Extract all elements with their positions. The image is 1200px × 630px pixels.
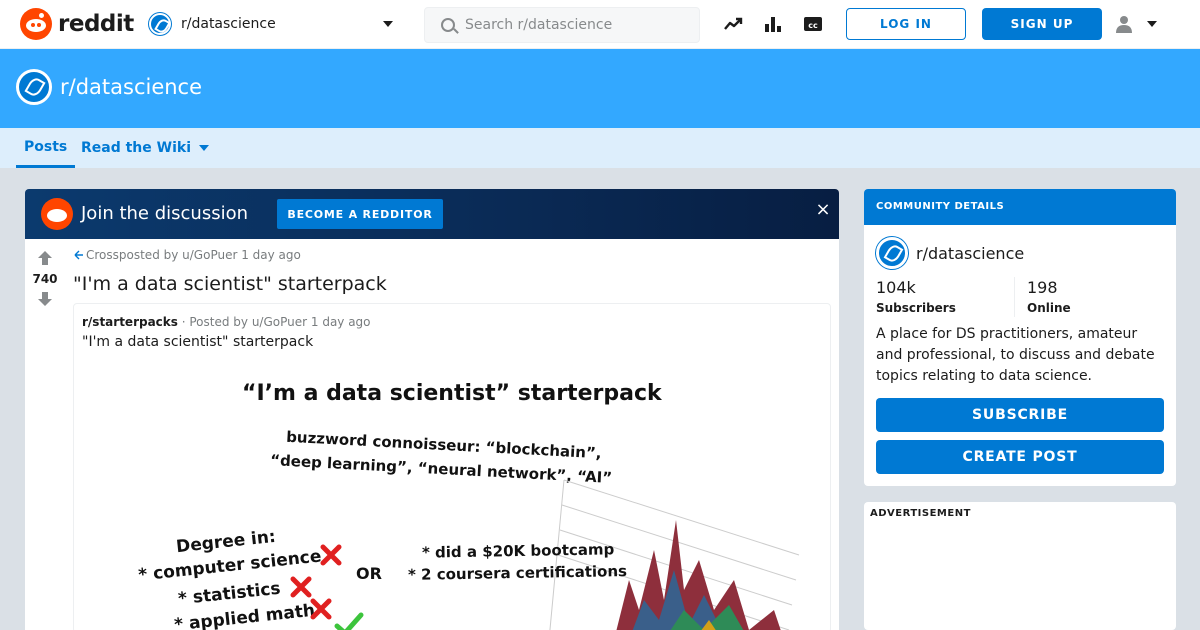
crosspost-meta: Crossposted by u/GoPuer 1 day ago xyxy=(74,248,301,262)
popular-icon[interactable] xyxy=(763,14,783,34)
subreddit-icon xyxy=(876,237,908,269)
vote-column: 740 xyxy=(25,239,65,630)
advertisement-card: ADVERTISEMENT xyxy=(864,502,1176,630)
subreddit-selector-label: r/datascience xyxy=(181,16,276,32)
subscribers-label: Subscribers xyxy=(876,301,956,315)
community-name: r/datascience xyxy=(916,243,1025,263)
inner-post-title: "I'm a data scientist" starterpack xyxy=(82,334,314,350)
upvote-icon[interactable] xyxy=(37,250,53,266)
subreddit-selector[interactable]: r/datascience xyxy=(145,8,405,40)
subreddit-nav: Posts Read the Wiki xyxy=(0,128,1200,168)
reddit-snoo-icon xyxy=(41,198,73,230)
community-details-header: COMMUNITY DETAILS xyxy=(864,189,1176,225)
x-mark-icon xyxy=(310,598,332,620)
tab-label: Read the Wiki xyxy=(81,140,191,156)
inner-subreddit-link[interactable]: r/starterpacks xyxy=(82,315,178,329)
user-icon xyxy=(1116,16,1132,33)
community-description: A place for DS practitioners, amateur an… xyxy=(876,326,1155,384)
chevron-down-icon xyxy=(383,21,393,27)
checkmark-icon xyxy=(334,612,364,630)
subreddit-icon xyxy=(16,69,52,105)
online-count: 198 xyxy=(1027,278,1058,297)
join-text: Join the discussion xyxy=(81,203,249,224)
chevron-down-icon xyxy=(1147,21,1157,27)
post-card: 740 Crossposted by u/GoPuer 1 day ago "I… xyxy=(25,239,839,630)
subscribers-stat: 104k Subscribers xyxy=(876,278,956,315)
crosspost-text: Crossposted by u/GoPuer 1 day ago xyxy=(86,248,301,262)
logo-wordmark: reddit xyxy=(58,11,134,37)
online-label: Online xyxy=(1027,301,1071,315)
cc-icon[interactable]: cc xyxy=(803,14,823,34)
tab-posts[interactable]: Posts xyxy=(16,128,76,168)
search-icon xyxy=(441,18,455,32)
reddit-logo[interactable]: reddit xyxy=(20,8,134,40)
login-button[interactable]: LOG IN xyxy=(846,8,966,40)
user-menu[interactable] xyxy=(1112,12,1162,36)
subscribers-count: 104k xyxy=(876,278,916,297)
become-redditor-button[interactable]: BECOME A REDDITOR xyxy=(277,199,443,229)
svg-text:cc: cc xyxy=(808,21,818,30)
advertisement-label: ADVERTISEMENT xyxy=(870,508,971,519)
online-stat: 198 Online xyxy=(1027,278,1071,315)
post-score: 740 xyxy=(32,272,58,286)
search-input[interactable] xyxy=(465,17,685,33)
post-title[interactable]: "I'm a data scientist" starterpack xyxy=(73,273,387,295)
community-name-row[interactable]: r/datascience xyxy=(876,237,1024,269)
subreddit-banner: r/datascience xyxy=(0,49,1200,128)
search-box[interactable] xyxy=(424,7,700,43)
top-header: reddit r/datascience cc LOG IN SIGN UP xyxy=(0,0,1200,49)
crosspost-icon xyxy=(74,250,83,260)
downvote-icon[interactable] xyxy=(37,291,53,307)
inner-post-meta: r/starterpacks · Posted by u/GoPuer 1 da… xyxy=(82,315,371,329)
chevron-down-icon xyxy=(199,145,209,151)
create-post-button[interactable]: CREATE POST xyxy=(876,440,1164,474)
tab-read-the-wiki[interactable]: Read the Wiki xyxy=(81,128,209,168)
meme-or: OR xyxy=(356,564,382,583)
meme-heading: “I’m a data scientist” starterpack xyxy=(242,381,662,406)
subreddit-icon xyxy=(149,13,171,35)
x-mark-icon xyxy=(290,576,312,598)
meme-alt-1: * did a $20K bootcamp xyxy=(421,540,615,562)
x-mark-icon xyxy=(320,544,342,566)
community-details-card: COMMUNITY DETAILS r/datascience 104k Sub… xyxy=(864,189,1176,486)
close-icon[interactable]: × xyxy=(815,201,831,219)
reddit-snoo-icon xyxy=(20,8,52,40)
subscribe-button[interactable]: SUBSCRIBE xyxy=(876,398,1164,432)
post-image[interactable]: “I’m a data scientist” starterpack buzzw… xyxy=(134,364,814,630)
join-discussion-banner: Join the discussion BECOME A REDDITOR × xyxy=(25,189,839,239)
inner-posted-by: · Posted by u/GoPuer 1 day ago xyxy=(177,315,371,329)
meme-alt-2: * 2 coursera certifications xyxy=(407,562,628,584)
crossposted-post[interactable]: r/starterpacks · Posted by u/GoPuer 1 da… xyxy=(73,303,831,630)
trending-icon[interactable] xyxy=(723,14,743,34)
banner-title: r/datascience xyxy=(60,75,203,99)
signup-button[interactable]: SIGN UP xyxy=(982,8,1102,40)
stat-divider xyxy=(1014,277,1015,317)
